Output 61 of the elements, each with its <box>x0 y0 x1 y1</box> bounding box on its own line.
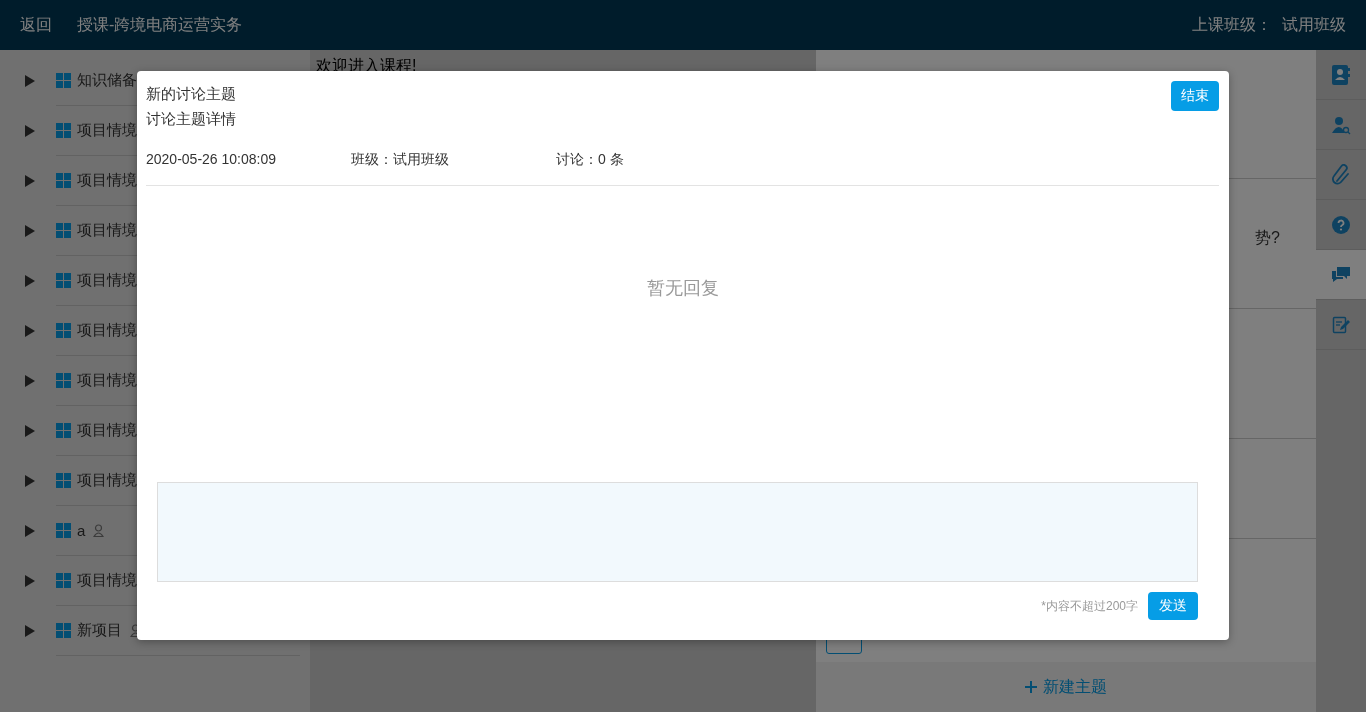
dialog-title: 新的讨论主题 <box>146 85 236 104</box>
expand-arrow-icon[interactable] <box>25 174 35 187</box>
tree-item[interactable]: 项目情境 <box>77 421 137 440</box>
grid-icon <box>56 73 71 88</box>
tree-item[interactable]: 项目情境 <box>77 371 137 390</box>
question-text: 势? <box>1255 228 1280 248</box>
grid-icon <box>56 373 71 388</box>
expand-arrow-icon[interactable] <box>25 374 35 387</box>
tree-item[interactable]: 项目情境 <box>77 221 137 240</box>
class-label: 上课班级： <box>1192 14 1272 35</box>
chat-bubbles-icon <box>1331 265 1351 284</box>
grid-icon <box>56 223 71 238</box>
tree-item[interactable]: 项目情境 <box>77 171 137 190</box>
tree-item[interactable]: 知识储备 <box>77 71 137 90</box>
rail-tab[interactable] <box>1316 250 1366 300</box>
expand-arrow-icon[interactable] <box>25 474 35 487</box>
dialog-subtitle: 讨论主题详情 <box>146 110 236 129</box>
course-title: 授课-跨境电商运营实务 <box>77 14 243 35</box>
send-button[interactable]: 发送 <box>1148 592 1198 620</box>
empty-message: 暂无回复 <box>646 277 719 300</box>
edit-icon <box>1332 315 1350 334</box>
back-link[interactable]: 返回 <box>20 14 52 36</box>
tree-item[interactable]: 项目情境 <box>77 271 137 290</box>
expand-arrow-icon[interactable] <box>25 574 35 587</box>
expand-arrow-icon[interactable] <box>25 524 35 537</box>
plus-icon <box>1025 681 1037 693</box>
expand-arrow-icon[interactable] <box>25 74 35 87</box>
class-name: 试用班级 <box>1282 14 1346 35</box>
person-icon <box>93 524 105 537</box>
paperclip-icon <box>1331 163 1351 186</box>
tree-item[interactable]: 项目情境 <box>77 471 137 490</box>
grid-icon <box>56 573 71 588</box>
timestamp: 2020-05-26 10:08:09 <box>146 151 277 169</box>
tree-item[interactable]: a <box>77 522 86 539</box>
expand-arrow-icon[interactable] <box>25 424 35 437</box>
tree-item[interactable]: 项目情境 <box>77 321 137 340</box>
end-button[interactable]: 结束 <box>1171 81 1219 111</box>
reply-input-field[interactable] <box>157 482 1198 582</box>
tree-item[interactable]: 项目情境 <box>77 121 137 140</box>
contact-book-icon <box>1331 63 1351 86</box>
tree-item[interactable]: 新项目 <box>77 621 122 640</box>
expand-arrow-icon[interactable] <box>25 624 35 637</box>
grid-icon <box>56 623 71 638</box>
help-icon <box>1331 214 1351 235</box>
tree-item[interactable]: 项目情境 <box>77 571 137 590</box>
expand-arrow-icon[interactable] <box>25 124 35 137</box>
class-info: 班级：试用班级 <box>351 151 450 169</box>
expand-arrow-icon[interactable] <box>25 274 35 287</box>
reply-count: 讨论：0 条 <box>556 151 624 169</box>
grid-icon <box>56 173 71 188</box>
grid-icon <box>56 273 71 288</box>
grid-icon <box>56 423 71 438</box>
expand-arrow-icon[interactable] <box>25 224 35 237</box>
new-topic-button[interactable]: 新建主题 <box>1019 675 1113 699</box>
grid-icon <box>56 473 71 488</box>
length-hint: *内容不超过200字 <box>1041 597 1138 615</box>
user-search-icon <box>1331 114 1351 135</box>
expand-arrow-icon[interactable] <box>25 324 35 337</box>
grid-icon <box>56 523 71 538</box>
grid-icon <box>56 123 71 138</box>
grid-icon <box>56 323 71 338</box>
